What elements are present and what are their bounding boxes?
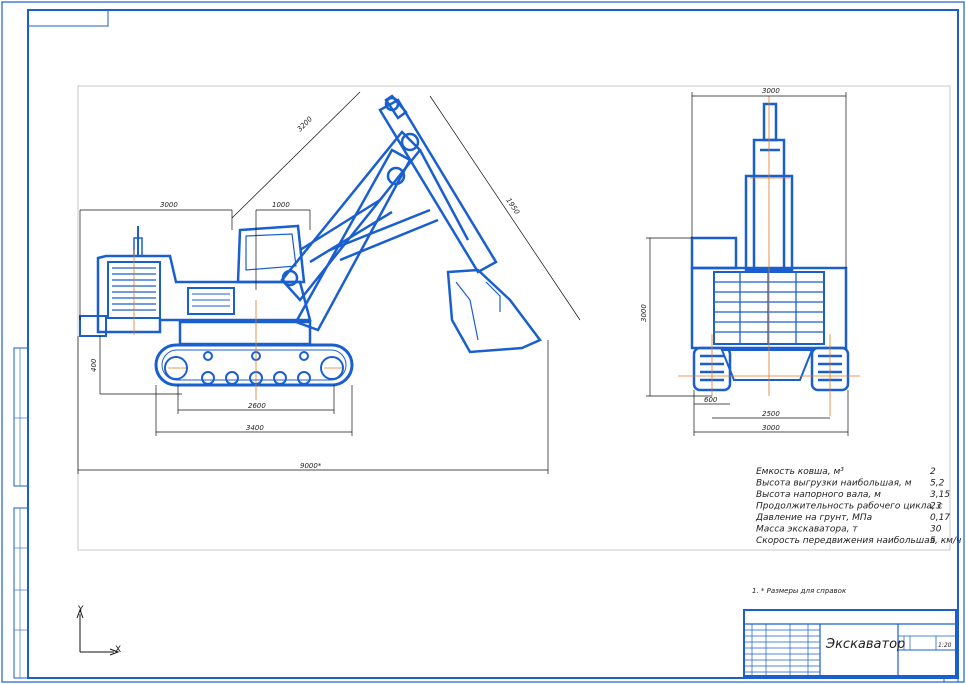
spec-table: Емкость ковша, м³ 2 Высота выгрузки наибол… xyxy=(755,467,961,546)
front-dim-3000-bottom: 3000 xyxy=(762,424,780,432)
spec-label: Высота напорного вала, м xyxy=(756,490,881,500)
front-tracks xyxy=(692,346,850,392)
front-dim-2500: 2500 xyxy=(762,410,780,418)
axis-indicator: Y X xyxy=(76,605,121,656)
drawing-sheet: 3000 1000 3200 1950 400 2600 3400 9000* xyxy=(1,1,965,683)
title-block: Экскаватор 1:20 xyxy=(743,609,957,677)
spec-label: Продолжительность рабочего цикла, с xyxy=(756,502,943,512)
spec-label: Давление на грунт, МПа xyxy=(755,513,872,523)
dim-1950: 1950 xyxy=(504,197,521,217)
front-cab xyxy=(690,236,738,270)
drawing-scale: 1:20 xyxy=(938,642,952,649)
outer-frame xyxy=(1,1,965,683)
dim-2600: 2600 xyxy=(248,402,266,410)
spec-value: 2 xyxy=(930,467,936,477)
spec-label: Масса экскаватора, т xyxy=(756,525,858,535)
spec-value: 5 xyxy=(930,536,936,546)
front-view: 3000 3000 600 2500 3000 xyxy=(640,87,860,436)
front-dim-3000-left: 3000 xyxy=(640,304,648,322)
front-dim-3000-top: 3000 xyxy=(762,87,780,95)
side-crawler-track xyxy=(154,343,354,387)
side-louver xyxy=(187,287,235,315)
spec-value: 30 xyxy=(930,525,942,535)
side-dimension-lines xyxy=(77,91,581,474)
dim-3200: 3200 xyxy=(296,115,315,134)
top-left-stamp xyxy=(27,9,109,27)
dim-9000: 9000* xyxy=(300,462,322,470)
spec-label: Емкость ковша, м³ xyxy=(756,467,844,477)
front-dim-600: 600 xyxy=(704,396,718,404)
dim-3000: 3000 xyxy=(160,201,178,209)
spec-label: Высота выгрузки наибольшая, м xyxy=(756,479,912,489)
drawing-title: Экскаватор xyxy=(825,637,905,652)
spec-value: 3,15 xyxy=(930,490,950,500)
front-centerlines xyxy=(678,96,860,416)
side-bucket xyxy=(446,268,542,354)
dim-400: 400 xyxy=(90,358,98,372)
axis-x-label: X xyxy=(115,645,121,655)
spec-value: 0,17 xyxy=(930,513,950,523)
side-view: 3000 1000 3200 1950 400 2600 3400 9000* xyxy=(77,91,581,474)
dim-1000: 1000 xyxy=(272,201,290,209)
left-margin-strip xyxy=(13,347,29,679)
note-text: 1. * Размеры для справок xyxy=(752,587,847,595)
spec-value: 23 xyxy=(930,502,942,512)
dim-3400: 3400 xyxy=(246,424,264,432)
spec-value: 5,2 xyxy=(930,479,945,489)
axis-y-label: Y xyxy=(77,605,84,615)
